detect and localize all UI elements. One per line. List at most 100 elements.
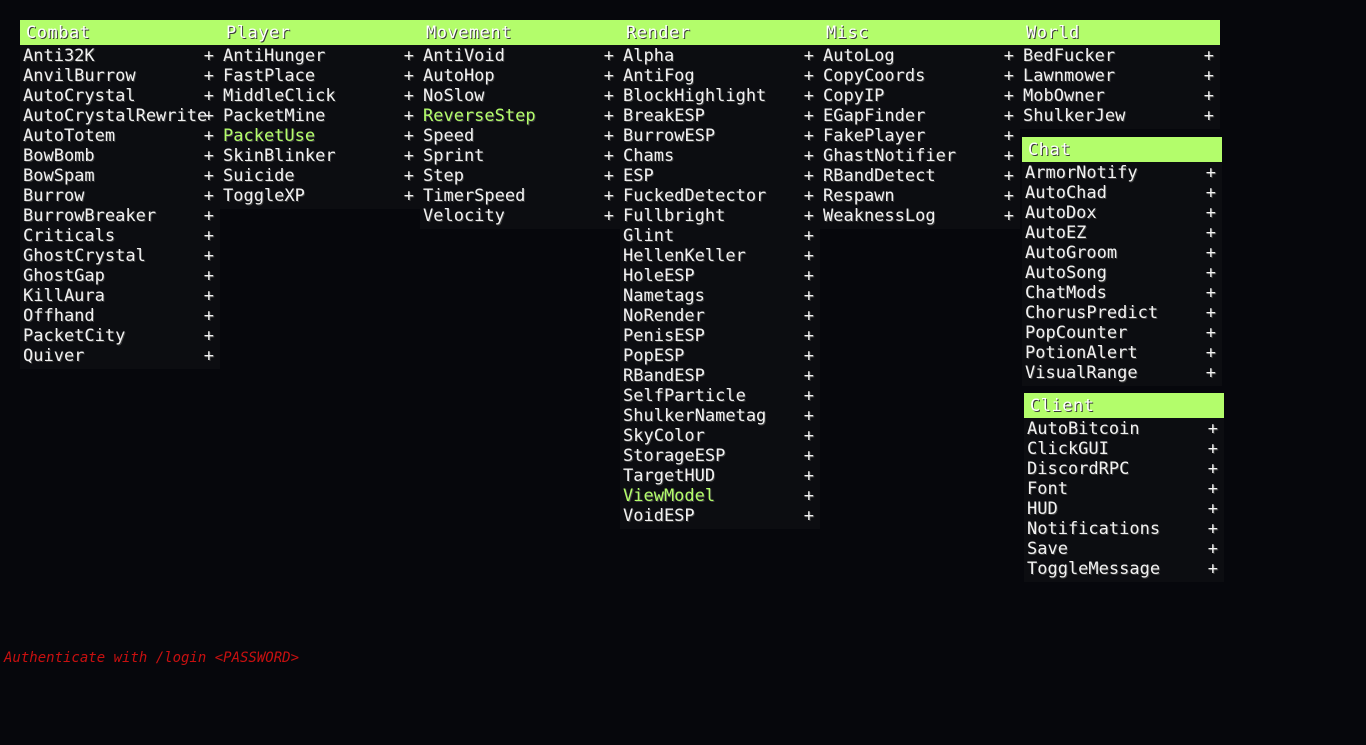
expand-plus-icon[interactable]: + xyxy=(1206,163,1216,183)
module-antihunger[interactable]: AntiHunger + xyxy=(220,46,420,66)
expand-plus-icon[interactable]: + xyxy=(804,166,814,186)
module-fullbright[interactable]: Fullbright + xyxy=(620,206,820,226)
expand-plus-icon[interactable]: + xyxy=(1204,86,1214,106)
module-middleclick[interactable]: MiddleClick + xyxy=(220,86,420,106)
expand-plus-icon[interactable]: + xyxy=(204,146,214,166)
expand-plus-icon[interactable]: + xyxy=(1004,86,1014,106)
expand-plus-icon[interactable]: + xyxy=(404,106,414,126)
module-shulkerjew[interactable]: ShulkerJew + xyxy=(1020,106,1220,126)
expand-plus-icon[interactable]: + xyxy=(1004,66,1014,86)
module-sprint[interactable]: Sprint + xyxy=(420,146,620,166)
module-glint[interactable]: Glint + xyxy=(620,226,820,246)
expand-plus-icon[interactable]: + xyxy=(1206,203,1216,223)
module-hellenkeller[interactable]: HellenKeller + xyxy=(620,246,820,266)
expand-plus-icon[interactable]: + xyxy=(804,226,814,246)
module-burrow[interactable]: Burrow + xyxy=(20,186,220,206)
expand-plus-icon[interactable]: + xyxy=(804,46,814,66)
module-togglemessage[interactable]: ToggleMessage + xyxy=(1024,559,1224,579)
module-shulkernametag[interactable]: ShulkerNametag + xyxy=(620,406,820,426)
module-voidesp[interactable]: VoidESP + xyxy=(620,506,820,526)
module-discordrpc[interactable]: DiscordRPC + xyxy=(1024,459,1224,479)
module-velocity[interactable]: Velocity + xyxy=(420,206,620,226)
expand-plus-icon[interactable]: + xyxy=(604,126,614,146)
module-autochad[interactable]: AutoChad + xyxy=(1022,183,1222,203)
expand-plus-icon[interactable]: + xyxy=(1206,323,1216,343)
module-nametags[interactable]: Nametags + xyxy=(620,286,820,306)
module-potionalert[interactable]: PotionAlert + xyxy=(1022,343,1222,363)
expand-plus-icon[interactable]: + xyxy=(804,346,814,366)
module-anti32k[interactable]: Anti32K + xyxy=(20,46,220,66)
expand-plus-icon[interactable]: + xyxy=(204,246,214,266)
module-ghastnotifier[interactable]: GhastNotifier + xyxy=(820,146,1020,166)
module-norender[interactable]: NoRender + xyxy=(620,306,820,326)
module-blockhighlight[interactable]: BlockHighlight + xyxy=(620,86,820,106)
module-mobowner[interactable]: MobOwner + xyxy=(1020,86,1220,106)
module-offhand[interactable]: Offhand + xyxy=(20,306,220,326)
module-noslow[interactable]: NoSlow + xyxy=(420,86,620,106)
module-autodox[interactable]: AutoDox + xyxy=(1022,203,1222,223)
expand-plus-icon[interactable]: + xyxy=(1204,106,1214,126)
module-holeesp[interactable]: HoleESP + xyxy=(620,266,820,286)
expand-plus-icon[interactable]: + xyxy=(804,126,814,146)
expand-plus-icon[interactable]: + xyxy=(1004,126,1014,146)
module-ghostcrystal[interactable]: GhostCrystal + xyxy=(20,246,220,266)
expand-plus-icon[interactable]: + xyxy=(1204,46,1214,66)
expand-plus-icon[interactable]: + xyxy=(404,86,414,106)
expand-plus-icon[interactable]: + xyxy=(204,226,214,246)
panel-header-chat[interactable]: Chat xyxy=(1022,137,1222,162)
module-hud[interactable]: HUD + xyxy=(1024,499,1224,519)
module-packetmine[interactable]: PacketMine + xyxy=(220,106,420,126)
panel-header-client[interactable]: Client xyxy=(1024,393,1224,418)
module-ghostgap[interactable]: GhostGap + xyxy=(20,266,220,286)
expand-plus-icon[interactable]: + xyxy=(804,86,814,106)
module-clickgui[interactable]: ClickGUI + xyxy=(1024,439,1224,459)
expand-plus-icon[interactable]: + xyxy=(804,306,814,326)
expand-plus-icon[interactable]: + xyxy=(404,46,414,66)
module-antivoid[interactable]: AntiVoid + xyxy=(420,46,620,66)
expand-plus-icon[interactable]: + xyxy=(604,166,614,186)
module-copyip[interactable]: CopyIP + xyxy=(820,86,1020,106)
module-skycolor[interactable]: SkyColor + xyxy=(620,426,820,446)
module-breakesp[interactable]: BreakESP + xyxy=(620,106,820,126)
panel-header-movement[interactable]: Movement xyxy=(420,20,620,45)
module-selfparticle[interactable]: SelfParticle + xyxy=(620,386,820,406)
module-penisesp[interactable]: PenisESP + xyxy=(620,326,820,346)
expand-plus-icon[interactable]: + xyxy=(204,46,214,66)
expand-plus-icon[interactable]: + xyxy=(1208,459,1218,479)
expand-plus-icon[interactable]: + xyxy=(804,466,814,486)
module-fakeplayer[interactable]: FakePlayer + xyxy=(820,126,1020,146)
expand-plus-icon[interactable]: + xyxy=(1208,479,1218,499)
expand-plus-icon[interactable]: + xyxy=(204,186,214,206)
module-autocrystal[interactable]: AutoCrystal + xyxy=(20,86,220,106)
module-save[interactable]: Save + xyxy=(1024,539,1224,559)
module-bowbomb[interactable]: BowBomb + xyxy=(20,146,220,166)
expand-plus-icon[interactable]: + xyxy=(804,206,814,226)
expand-plus-icon[interactable]: + xyxy=(404,66,414,86)
expand-plus-icon[interactable]: + xyxy=(1206,243,1216,263)
expand-plus-icon[interactable]: + xyxy=(604,86,614,106)
expand-plus-icon[interactable]: + xyxy=(204,306,214,326)
module-copycoords[interactable]: CopyCoords + xyxy=(820,66,1020,86)
expand-plus-icon[interactable]: + xyxy=(804,66,814,86)
module-storageesp[interactable]: StorageESP + xyxy=(620,446,820,466)
module-anvilburrow[interactable]: AnvilBurrow + xyxy=(20,66,220,86)
expand-plus-icon[interactable]: + xyxy=(404,166,414,186)
expand-plus-icon[interactable]: + xyxy=(1004,186,1014,206)
expand-plus-icon[interactable]: + xyxy=(1206,303,1216,323)
expand-plus-icon[interactable]: + xyxy=(1204,66,1214,86)
expand-plus-icon[interactable]: + xyxy=(604,106,614,126)
expand-plus-icon[interactable]: + xyxy=(804,446,814,466)
expand-plus-icon[interactable]: + xyxy=(804,406,814,426)
expand-plus-icon[interactable]: + xyxy=(604,66,614,86)
module-killaura[interactable]: KillAura + xyxy=(20,286,220,306)
module-armornotify[interactable]: ArmorNotify + xyxy=(1022,163,1222,183)
module-respawn[interactable]: Respawn + xyxy=(820,186,1020,206)
expand-plus-icon[interactable]: + xyxy=(1206,283,1216,303)
module-choruspredict[interactable]: ChorusPredict + xyxy=(1022,303,1222,323)
expand-plus-icon[interactable]: + xyxy=(604,146,614,166)
module-autoez[interactable]: AutoEZ + xyxy=(1022,223,1222,243)
module-fuckeddetector[interactable]: FuckedDetector + xyxy=(620,186,820,206)
expand-plus-icon[interactable]: + xyxy=(1004,166,1014,186)
expand-plus-icon[interactable]: + xyxy=(1208,519,1218,539)
module-bedfucker[interactable]: BedFucker + xyxy=(1020,46,1220,66)
